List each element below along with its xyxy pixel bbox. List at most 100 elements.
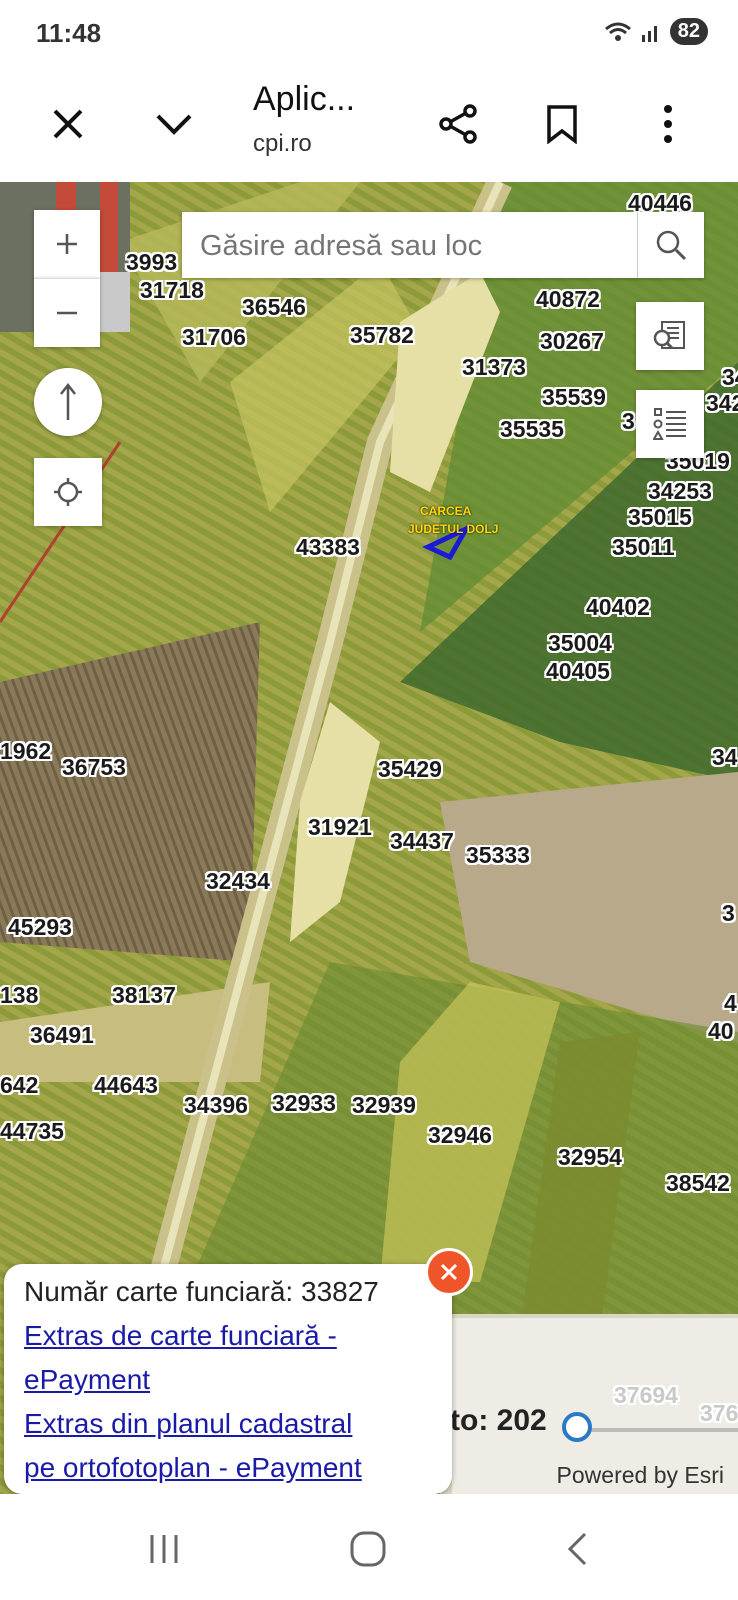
parcel-label[interactable]: 32954 [558, 1144, 622, 1171]
status-time: 11:48 [36, 18, 102, 48]
search-box [182, 212, 704, 280]
parcel-label[interactable]: 32434 [206, 868, 270, 895]
parcel-label[interactable]: 44735 [0, 1118, 64, 1145]
status-bar: 11:48 82 [0, 0, 738, 66]
extras-cf-link-cont[interactable]: ePayment [24, 1364, 150, 1396]
parcel-label[interactable]: 34437 [390, 828, 454, 855]
back-button[interactable] [548, 1524, 608, 1574]
parcel-label[interactable]: 32946 [428, 1122, 492, 1149]
parcel-label[interactable]: 34396 [184, 1092, 248, 1119]
minus-icon [57, 311, 77, 315]
parcel-label[interactable]: 3 [622, 408, 635, 435]
parcel-label[interactable]: 4 [724, 990, 737, 1017]
recents-button[interactable] [134, 1524, 194, 1574]
share-icon [439, 104, 477, 144]
identify-icon [653, 321, 685, 350]
search-icon [656, 230, 687, 261]
parcel-label[interactable]: 35782 [350, 322, 414, 349]
battery-badge: 82 [669, 18, 708, 45]
extras-plan-link[interactable]: Extras din planul cadastral [24, 1408, 352, 1440]
parcel-label[interactable]: 35015 [628, 504, 692, 531]
parcel-label[interactable]: 31921 [308, 814, 372, 841]
status-icons: 82 [604, 18, 708, 45]
parcel-label[interactable]: 1962 [0, 738, 51, 765]
more-vert-icon [664, 105, 672, 143]
close-icon [440, 1263, 458, 1281]
compass-button[interactable] [34, 368, 102, 436]
parcel-label[interactable]: 38137 [112, 982, 176, 1009]
slider-track[interactable] [580, 1428, 738, 1432]
legend-icon [653, 408, 686, 440]
share-button[interactable] [426, 92, 490, 156]
parcel-label[interactable]: 35535 [500, 416, 564, 443]
slider-handle[interactable] [562, 1412, 592, 1442]
parcel-label[interactable]: 32933 [272, 1090, 336, 1117]
parcel-label[interactable]: 40405 [546, 658, 610, 685]
more-options-button[interactable] [636, 92, 700, 156]
zoom-out-button[interactable] [34, 278, 100, 347]
parcel-label[interactable]: 40 [708, 1018, 734, 1045]
wifi-icon [604, 22, 631, 41]
parcel-label[interactable]: 35004 [548, 630, 612, 657]
back-icon [567, 1532, 587, 1566]
parcel-label[interactable]: 35011 [612, 534, 675, 561]
parcel-label[interactable]: 44643 [94, 1072, 158, 1099]
expand-button[interactable] [142, 92, 206, 156]
signal-icon [641, 25, 657, 42]
cf-number: Număr carte funciară: 33827 [24, 1276, 379, 1307]
parcel-label[interactable]: 43383 [296, 534, 360, 561]
parcel-label[interactable]: 34 [712, 744, 738, 771]
parcel-label[interactable]: 138 [0, 982, 38, 1009]
page-title: Aplic... [253, 80, 356, 118]
home-icon [350, 1531, 386, 1567]
county-label: JUDETUL DOLJ [408, 522, 499, 536]
slider-label: to: 202 [450, 1404, 547, 1437]
parcel-label[interactable]: 34253 [648, 478, 712, 505]
parcel-label[interactable]: 36753 [62, 754, 126, 781]
popup-close-button[interactable] [425, 1248, 473, 1296]
parcel-label[interactable]: 31718 [140, 277, 204, 304]
legend-button[interactable] [636, 390, 704, 458]
parcel-label[interactable]: 35539 [542, 384, 606, 411]
parcel-label[interactable]: 40402 [586, 594, 650, 621]
parcel-popup: Număr carte funciară: 33827 Extras de ca… [4, 1264, 452, 1494]
parcel-label[interactable]: 3 [722, 900, 735, 927]
page-url: cpi.ro [253, 130, 312, 157]
identify-button[interactable] [636, 302, 704, 370]
parcel-label[interactable]: 40872 [536, 286, 600, 313]
parcel-label[interactable]: 32939 [352, 1092, 416, 1119]
home-button[interactable] [338, 1524, 398, 1574]
parcel-label[interactable]: 3993 [126, 249, 177, 276]
search-button[interactable] [637, 212, 704, 278]
recents-icon [150, 1535, 178, 1563]
parcel-label[interactable]: 342 [706, 390, 738, 417]
locate-icon [54, 478, 82, 506]
parcel-label[interactable]: 31706 [182, 324, 246, 351]
parcel-label[interactable]: 34 [722, 364, 738, 391]
close-tab-button[interactable] [36, 92, 100, 156]
system-nav-bar [0, 1494, 738, 1600]
close-icon [53, 109, 83, 139]
parcel-label[interactable]: 45293 [8, 914, 72, 941]
parcel-label[interactable]: 38542 [666, 1170, 730, 1197]
esri-attribution: Powered by Esri [556, 1462, 724, 1488]
north-arrow-icon [60, 382, 76, 420]
parcel-label[interactable]: 31373 [462, 354, 526, 381]
extras-cf-link[interactable]: Extras de carte funciară - [24, 1320, 337, 1352]
locate-button[interactable] [34, 458, 102, 526]
plus-icon [57, 234, 77, 254]
extras-plan-link-cont[interactable]: pe ortofotoplan - ePayment [24, 1452, 362, 1484]
browser-toolbar: Aplic... cpi.ro [0, 66, 738, 183]
parcel-label[interactable]: 35333 [466, 842, 530, 869]
parcel-label[interactable]: 36546 [242, 294, 306, 321]
parcel-label[interactable]: 642 [0, 1072, 38, 1099]
chevron-down-icon [156, 114, 192, 135]
locality-label: CARCEA [420, 504, 472, 518]
zoom-in-button[interactable] [34, 210, 100, 278]
parcel-label[interactable]: 35429 [378, 756, 442, 783]
bookmark-button[interactable] [530, 92, 594, 156]
search-input[interactable] [182, 212, 642, 280]
bookmark-icon [547, 105, 577, 144]
parcel-label[interactable]: 36491 [30, 1022, 94, 1049]
parcel-label[interactable]: 30267 [540, 328, 604, 355]
